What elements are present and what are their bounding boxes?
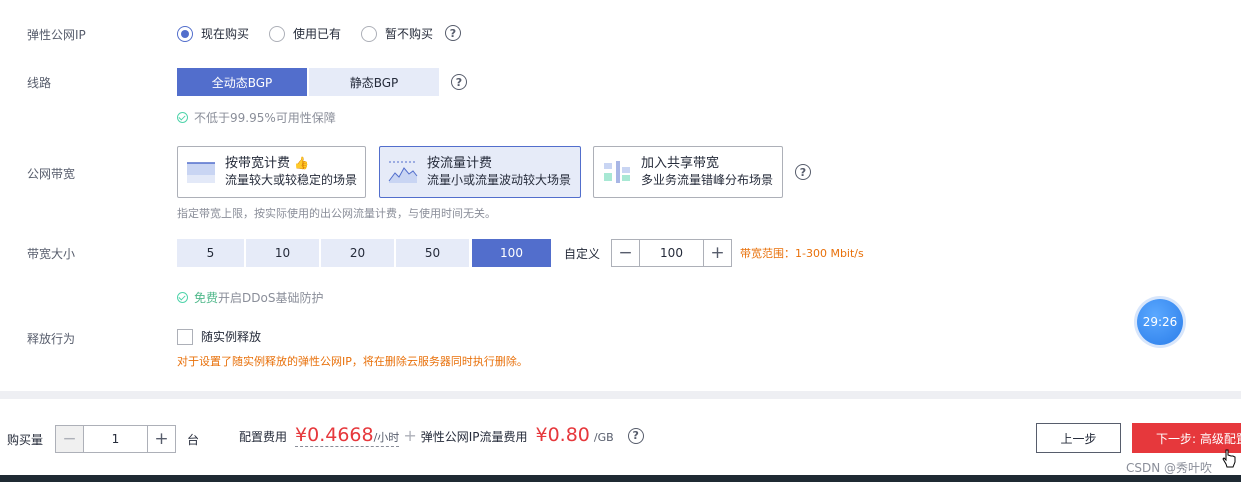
- check-circle-icon: [177, 112, 188, 123]
- minus-button[interactable]: −: [612, 240, 639, 266]
- radio-dot: [269, 25, 285, 42]
- help-icon[interactable]: ?: [795, 164, 811, 180]
- thumbs-up-icon: 👍: [294, 156, 310, 170]
- help-icon[interactable]: ?: [627, 427, 644, 444]
- qty-unit: 台: [187, 433, 200, 447]
- check-circle-icon: [177, 292, 188, 303]
- eip-label: 弹性公网IP: [27, 28, 86, 42]
- radio-not-buy[interactable]: 暂不购买: [361, 25, 433, 42]
- ddos-text: 开启DDoS基础防护: [218, 291, 324, 305]
- size-option-100[interactable]: 100: [472, 239, 551, 267]
- ddos-tip: 免费开启DDoS基础防护: [177, 289, 323, 306]
- card-title: 按带宽计费: [225, 156, 291, 171]
- line-option-dynamic-bgp[interactable]: 全动态BGP: [177, 68, 307, 96]
- help-icon[interactable]: ?: [451, 74, 467, 90]
- line-label: 线路: [27, 76, 52, 90]
- size-label: 带宽大小: [27, 247, 76, 261]
- size-option-10[interactable]: 10: [246, 239, 319, 267]
- config-price-unit: /小时: [373, 431, 400, 444]
- prev-button[interactable]: 上一步: [1036, 423, 1121, 453]
- size-option-5[interactable]: 5: [177, 239, 244, 267]
- radio-dot: [361, 25, 377, 42]
- quantity-input[interactable]: 1: [83, 426, 148, 452]
- quantity-stepper[interactable]: − 1 +: [55, 425, 176, 453]
- plus-sign: +: [403, 426, 417, 445]
- minus-button[interactable]: −: [56, 426, 83, 452]
- radio-label: 使用已有: [293, 27, 342, 41]
- card-desc: 多业务流量错峰分布场景: [641, 173, 774, 187]
- line-option-static-bgp[interactable]: 静态BGP: [309, 68, 439, 96]
- bandwidth-stepper[interactable]: − 100 +: [611, 239, 732, 267]
- billing-hint: 指定带宽上限，按实际使用的出公网流量计费，与使用时间无关。: [177, 207, 496, 220]
- release-label: 释放行为: [27, 332, 76, 346]
- release-checkbox-row[interactable]: 随实例释放: [177, 328, 261, 345]
- billing-card-bandwidth[interactable]: 按带宽计费 👍 流量较大或较稳定的场景: [177, 146, 366, 198]
- card-title: 加入共享带宽: [641, 156, 720, 171]
- bar-chart-icon: [187, 162, 215, 183]
- custom-label: 自定义: [564, 247, 601, 261]
- radio-buy-now[interactable]: 现在购买: [177, 25, 249, 42]
- release-warning: 对于设置了随实例释放的弹性公网IP，将在删除云服务器同时执行删除。: [177, 355, 528, 368]
- card-title: 按流量计费: [427, 156, 493, 171]
- radio-label: 暂不购买: [385, 27, 434, 41]
- plus-button[interactable]: +: [704, 240, 731, 266]
- countdown-timer[interactable]: 29:26: [1137, 299, 1183, 345]
- order-footer: 购买量 − 1 + 台 配置费用 ¥0.4668 /小时 + 弹性公网IP流量费…: [0, 391, 1241, 475]
- bandwidth-input[interactable]: 100: [639, 240, 704, 266]
- eip-price-value: ¥0.80: [535, 424, 590, 446]
- card-desc: 流量较大或较稳定的场景: [225, 173, 358, 187]
- size-option-50[interactable]: 50: [396, 239, 469, 267]
- eip-price-unit: /GB: [593, 431, 614, 444]
- config-fee-label: 配置费用: [239, 430, 288, 444]
- watermark: CSDN @秀叶吹: [1126, 461, 1213, 475]
- plus-button[interactable]: +: [148, 426, 175, 452]
- taskbar: [0, 475, 1241, 482]
- radio-label: 现在购买: [201, 27, 250, 41]
- qty-label: 购买量: [7, 433, 44, 447]
- eip-fee-label: 弹性公网IP流量费用: [420, 430, 528, 444]
- price-summary: 配置费用 ¥0.4668 /小时 + 弹性公网IP流量费用 ¥0.80 /GB …: [239, 424, 644, 447]
- availability-tip: 不低于99.95%可用性保障: [177, 109, 336, 126]
- radio-dot: [177, 25, 193, 42]
- range-text: 带宽范围：1-300 Mbit/s: [740, 247, 864, 260]
- help-icon[interactable]: ?: [445, 25, 461, 41]
- config-price-value: ¥0.4668: [295, 424, 374, 446]
- radio-use-existing[interactable]: 使用已有: [269, 25, 341, 42]
- config-price[interactable]: ¥0.4668 /小时: [295, 424, 400, 447]
- availability-tip-text: 不低于99.95%可用性保障: [194, 111, 336, 125]
- area-chart-icon: [388, 161, 418, 183]
- billing-card-shared[interactable]: 加入共享带宽 多业务流量错峰分布场景: [593, 146, 783, 198]
- size-option-20[interactable]: 20: [321, 239, 394, 267]
- shared-bandwidth-icon: [604, 161, 630, 183]
- billing-card-traffic[interactable]: 按流量计费 流量小或流量波动较大场景: [379, 146, 581, 198]
- ddos-free: 免费: [194, 291, 219, 305]
- hand-cursor-icon: [1222, 449, 1236, 468]
- release-checkbox-label: 随实例释放: [201, 330, 262, 344]
- card-desc: 流量小或流量波动较大场景: [427, 173, 572, 187]
- release-checkbox[interactable]: [177, 328, 193, 345]
- bandwidth-label: 公网带宽: [27, 167, 76, 181]
